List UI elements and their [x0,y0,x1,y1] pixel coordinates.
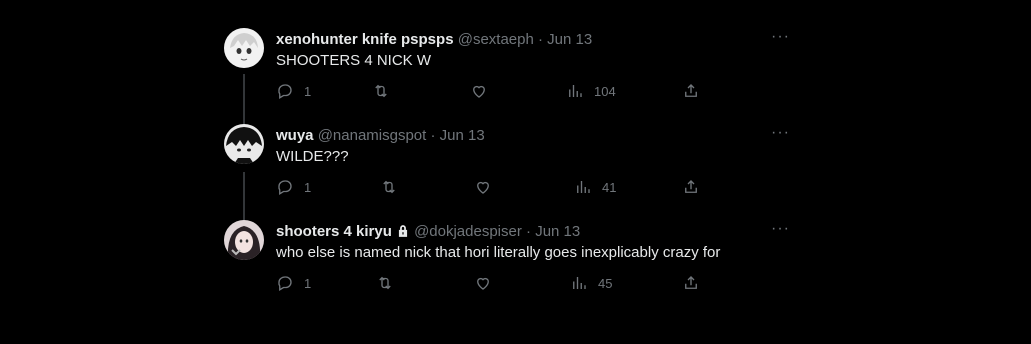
retweet-icon [383,180,395,194]
more-icon[interactable]: ··· [771,124,790,142]
separator-dot: · [538,31,543,48]
reply-icon [278,180,292,195]
retweet-icon [375,84,387,98]
avatar[interactable] [224,28,264,68]
lock-icon [396,224,410,244]
share-button[interactable] [682,274,700,292]
like-icon [473,85,485,98]
views-count: 104 [594,83,616,99]
timestamp[interactable]: Jun 13 [547,31,592,48]
tweet-header: xenohunter knife pspsps @sextaeph · Jun … [276,30,592,50]
tweet-header: wuya @nanamisgspot · Jun 13 [276,126,485,146]
thread-line [243,74,245,124]
action-bar: 1 41 [276,178,706,198]
tweet-text: who else is named nick that hori literal… [276,244,721,261]
separator-dot: · [526,223,532,240]
retweet-button[interactable] [376,274,404,292]
views-icon [569,85,582,97]
reply-icon [278,276,292,291]
views-icon [577,181,590,193]
tweet-text: WILDE??? [276,148,349,165]
reply-button[interactable]: 1 [276,274,311,292]
views-button[interactable]: 45 [570,274,612,292]
handle[interactable]: @dokjadespiser [414,223,522,240]
reply-count: 1 [304,179,312,195]
like-button[interactable] [474,178,502,196]
separator-dot: · [430,127,436,144]
reply-button[interactable]: 1 [276,178,311,196]
share-button[interactable] [682,178,700,196]
display-name[interactable]: wuya [276,127,314,144]
reply-count: 1 [304,275,312,291]
timestamp[interactable]: Jun 13 [535,223,580,240]
handle[interactable]: @nanamisgspot [318,127,427,144]
reply-icon [278,84,292,99]
share-icon [685,180,697,193]
share-icon [685,84,697,97]
retweet-icon [379,276,391,290]
like-icon [477,181,489,194]
tweet[interactable]: xenohunter knife pspsps @sextaeph · Jun … [220,28,800,124]
tweet-header: shooters 4 kiryu @dokjadespiser · Jun 13 [276,222,580,244]
views-icon [573,277,586,289]
action-bar: 1 104 [276,82,706,102]
action-bar: 1 45 [276,274,706,294]
tweet[interactable]: shooters 4 kiryu @dokjadespiser · Jun 13… [220,220,800,316]
like-button[interactable] [474,274,502,292]
handle[interactable]: @sextaeph [458,31,534,48]
retweet-button[interactable] [372,82,400,100]
more-icon[interactable]: ··· [771,220,790,238]
tweet-text: SHOOTERS 4 NICK W [276,52,432,69]
reply-count: 1 [304,83,312,99]
share-button[interactable] [682,82,700,100]
views-count: 45 [598,275,613,291]
avatar[interactable] [224,124,264,164]
display-name[interactable]: shooters 4 kiryu [276,223,392,240]
tweet[interactable]: wuya @nanamisgspot · Jun 13 ··· WILDE???… [220,124,800,220]
avatar[interactable] [224,220,264,260]
like-icon [477,277,489,290]
more-icon[interactable]: ··· [771,28,790,46]
share-icon [685,276,697,289]
reply-button[interactable]: 1 [276,82,311,100]
retweet-button[interactable] [380,178,408,196]
views-count: 41 [602,179,617,195]
thread-line [243,172,245,220]
views-button[interactable]: 41 [574,178,616,196]
views-button[interactable]: 104 [566,82,616,100]
display-name[interactable]: xenohunter knife pspsps [276,31,454,48]
like-button[interactable] [470,82,498,100]
timestamp[interactable]: Jun 13 [440,127,485,144]
